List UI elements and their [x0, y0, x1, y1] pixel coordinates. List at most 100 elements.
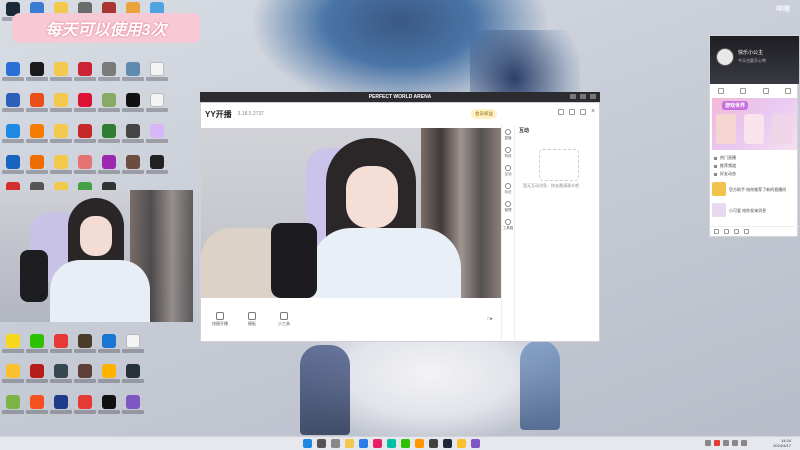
group-icon[interactable] [762, 88, 769, 94]
desktop-icon-app[interactable] [26, 395, 48, 421]
start-icon[interactable] [303, 439, 312, 448]
app-tray-icon[interactable] [714, 440, 720, 446]
side-nav-live[interactable]: 直播 [505, 129, 512, 141]
promo-carousel[interactable]: 游戏世界 [712, 98, 797, 150]
skin-icon[interactable] [558, 109, 564, 115]
desktop-icon-app[interactable] [122, 364, 144, 390]
desktop-icon-app[interactable] [2, 155, 24, 181]
maximize-icon[interactable] [580, 109, 586, 115]
carousel-thumb[interactable] [716, 114, 736, 144]
list-item[interactable]: 好友动态 [714, 170, 796, 178]
live-video-preview[interactable] [201, 128, 501, 298]
desktop-icon-folder[interactable] [50, 155, 72, 181]
steam-icon[interactable] [443, 439, 452, 448]
desktop-icon-app[interactable] [74, 334, 96, 360]
desktop-icon-app[interactable] [122, 93, 144, 119]
desktop-icon-app[interactable] [98, 364, 120, 390]
member-button[interactable]: 会员权益 [471, 109, 497, 119]
mail-icon[interactable] [744, 229, 749, 234]
desktop-icon-app[interactable] [2, 93, 24, 119]
avatar[interactable] [716, 48, 734, 66]
network-icon[interactable] [723, 440, 729, 446]
desktop-icon-app[interactable] [50, 334, 72, 360]
desktop-icon-file[interactable] [146, 93, 168, 119]
app-icon[interactable] [415, 439, 424, 448]
minimize-icon[interactable] [569, 109, 575, 115]
side-nav-toolbox[interactable]: 工具箱 [503, 219, 513, 231]
search-icon[interactable] [317, 439, 326, 448]
wechat-icon[interactable] [401, 439, 410, 448]
list-item[interactable]: 热门直播 [714, 154, 796, 162]
side-nav-effects[interactable]: 特效 [505, 147, 512, 159]
chevron-up-icon[interactable] [705, 440, 711, 446]
desktop-icon-app[interactable] [98, 334, 120, 360]
desktop-icon-app[interactable] [98, 155, 120, 181]
desktop-icon-app[interactable] [74, 124, 96, 150]
desktop-icon-app[interactable] [74, 93, 96, 119]
desktop-icon-app[interactable] [50, 395, 72, 421]
chat-message-item[interactable]: 官方助手 给你推荐了新的直播间 [712, 179, 797, 199]
space-icon[interactable] [784, 88, 791, 94]
desktop-icon-app[interactable] [2, 124, 24, 150]
desktop-icon-app[interactable] [74, 62, 96, 88]
desktop-icon-app[interactable] [74, 395, 96, 421]
side-nav-interact[interactable]: 互动 [505, 165, 512, 177]
desktop-icon-app[interactable] [122, 62, 144, 88]
desktop-icon-app[interactable] [98, 395, 120, 421]
ime-icon[interactable] [741, 440, 747, 446]
close-icon[interactable] [590, 94, 596, 99]
carousel-thumb[interactable] [744, 114, 764, 144]
app-icon[interactable] [734, 229, 739, 234]
app-icon[interactable] [471, 439, 480, 448]
minimize-icon[interactable] [570, 94, 576, 99]
yy-icon[interactable] [457, 439, 466, 448]
desktop-icon-folder[interactable] [50, 93, 72, 119]
desktop-icon-app[interactable] [26, 62, 48, 88]
taskview-icon[interactable] [331, 439, 340, 448]
desktop-icon-app[interactable] [74, 155, 96, 181]
desktop-icon-file[interactable] [146, 62, 168, 88]
desktop-icon-app[interactable] [122, 395, 144, 421]
edge-icon[interactable] [359, 439, 368, 448]
desktop-icon-app[interactable] [26, 364, 48, 390]
chat-message-item[interactable]: 小可爱 给你发来消息 [712, 200, 797, 220]
desktop-icon-app[interactable] [26, 124, 48, 150]
desktop-icon-app[interactable] [98, 124, 120, 150]
volume-icon[interactable] [732, 440, 738, 446]
app-icon[interactable] [429, 439, 438, 448]
carousel-thumb[interactable] [772, 114, 792, 144]
tool-widgets[interactable]: 小工具 [271, 311, 297, 327]
desktop-icon-app[interactable] [74, 364, 96, 390]
promo-banner[interactable]: 每天可以使用3次 [12, 13, 200, 43]
list-item[interactable]: 推荐频道 [714, 162, 796, 170]
side-nav-play[interactable]: 玩法 [505, 183, 512, 195]
contacts-icon[interactable] [740, 88, 747, 94]
desktop-icon-app[interactable] [98, 62, 120, 88]
desktop-icon-app[interactable] [146, 155, 168, 181]
close-icon[interactable]: × [591, 108, 597, 115]
app-icon[interactable] [373, 439, 382, 448]
add-icon[interactable] [724, 229, 729, 234]
message-icon[interactable] [718, 88, 725, 94]
tool-template[interactable]: 模板 [239, 311, 265, 327]
layout-toggle[interactable]: □▸ [487, 316, 493, 322]
desktop-icon-app[interactable] [2, 364, 24, 390]
desktop-icon-folder[interactable] [50, 62, 72, 88]
desktop-icon-app[interactable] [50, 364, 72, 390]
desktop-icon-app[interactable] [122, 155, 144, 181]
desktop-icon-app[interactable] [2, 62, 24, 88]
desktop-icon-file[interactable] [122, 334, 144, 360]
desktop-icon-app[interactable] [2, 395, 24, 421]
desktop-icon-wechat[interactable] [26, 334, 48, 360]
side-nav-manage[interactable]: 管理 [505, 201, 512, 213]
desktop-icon-app[interactable] [26, 93, 48, 119]
desktop-icon-app[interactable] [146, 124, 168, 150]
menu-icon[interactable] [714, 229, 719, 234]
desktop-icon-app[interactable] [98, 93, 120, 119]
settings-icon[interactable] [580, 94, 586, 99]
profile-signature[interactable]: 今天也要开心鸭 [738, 58, 766, 64]
app-icon[interactable] [387, 439, 396, 448]
explorer-icon[interactable] [345, 439, 354, 448]
clock[interactable]: 14:24 2024/4/17 [765, 438, 791, 448]
desktop-icon-app[interactable] [122, 124, 144, 150]
